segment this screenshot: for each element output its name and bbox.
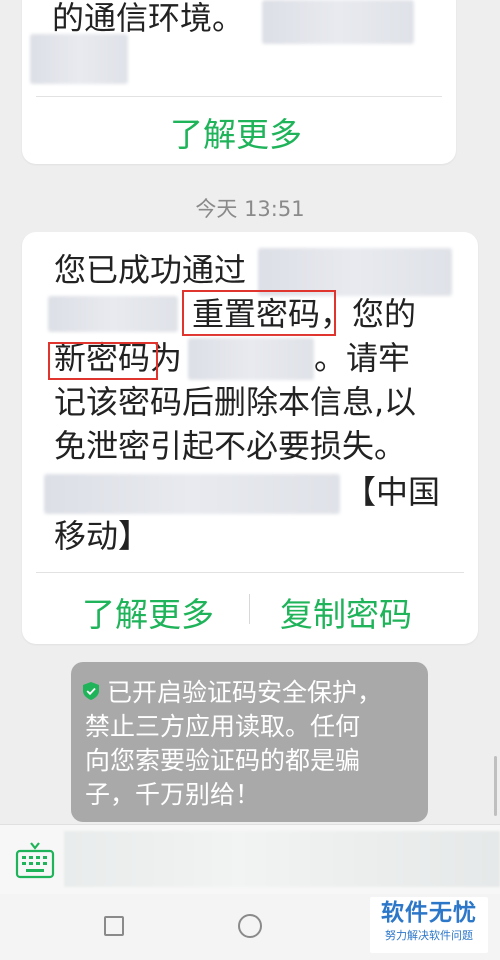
recent-apps-button[interactable]	[104, 916, 124, 936]
copy-password-button[interactable]: 复制密码	[280, 588, 412, 636]
redacted-text	[262, 0, 414, 44]
sms-conversation: 的通信环境。 了解更多 今天 13:51 您已成功通过 重置密码，您的 新密码为…	[0, 0, 500, 960]
highlight-box-reset-password	[182, 290, 336, 336]
redacted-text	[258, 248, 452, 296]
message-input[interactable]	[64, 831, 500, 887]
notice-text-line: 向您索要验证码的都是骗	[85, 746, 361, 775]
home-button[interactable]	[238, 914, 262, 938]
keyboard-icon[interactable]	[14, 839, 56, 881]
notice-text-line: 子，千万别给！	[85, 780, 261, 809]
message-text-line: 【中国	[344, 473, 441, 511]
shield-check-icon	[83, 682, 99, 700]
message-action-bar	[36, 96, 442, 97]
action-divider	[249, 594, 250, 624]
message-action-bar	[36, 572, 464, 573]
scrollbar-thumb[interactable]	[494, 756, 497, 816]
watermark-title: 软件无忧	[381, 900, 477, 926]
highlight-box-new-password	[48, 342, 158, 380]
redacted-password	[188, 338, 314, 380]
message-timestamp: 今天 13:51	[195, 197, 305, 221]
notice-text-line: 已开启验证码安全保护，	[107, 678, 383, 707]
message-bubble-1[interactable]: 的通信环境。 了解更多	[22, 0, 456, 164]
watermark-subtitle: 努力解决软件问题	[385, 929, 473, 942]
message-text-line: 。请牢	[314, 339, 411, 377]
notice-text-line: 禁止三方应用读取。任何	[85, 712, 361, 741]
compose-bar	[0, 824, 500, 894]
redacted-text	[30, 34, 128, 84]
learn-more-link[interactable]: 了解更多	[82, 588, 214, 636]
message-text-line: 记该密码后删除本信息,以	[54, 383, 417, 421]
watermark-logo: 软件无忧 努力解决软件问题	[370, 897, 488, 953]
message-text-line: 免泄密引起不必要损失。	[54, 427, 407, 465]
redacted-text	[48, 296, 178, 332]
security-notice: 已开启验证码安全保护， 禁止三方应用读取。任何 向您索要验证码的都是骗 子，千万…	[71, 662, 428, 822]
message-text-line: 移动】	[54, 517, 151, 555]
message-bubble-2[interactable]: 您已成功通过 重置密码，您的 新密码为 。请牢 记该密码后删除本信息,以 免泄密…	[22, 232, 478, 644]
message-text-line: 您已成功通过	[54, 251, 247, 289]
redacted-text	[44, 474, 340, 514]
learn-more-link[interactable]: 了解更多	[170, 108, 302, 156]
